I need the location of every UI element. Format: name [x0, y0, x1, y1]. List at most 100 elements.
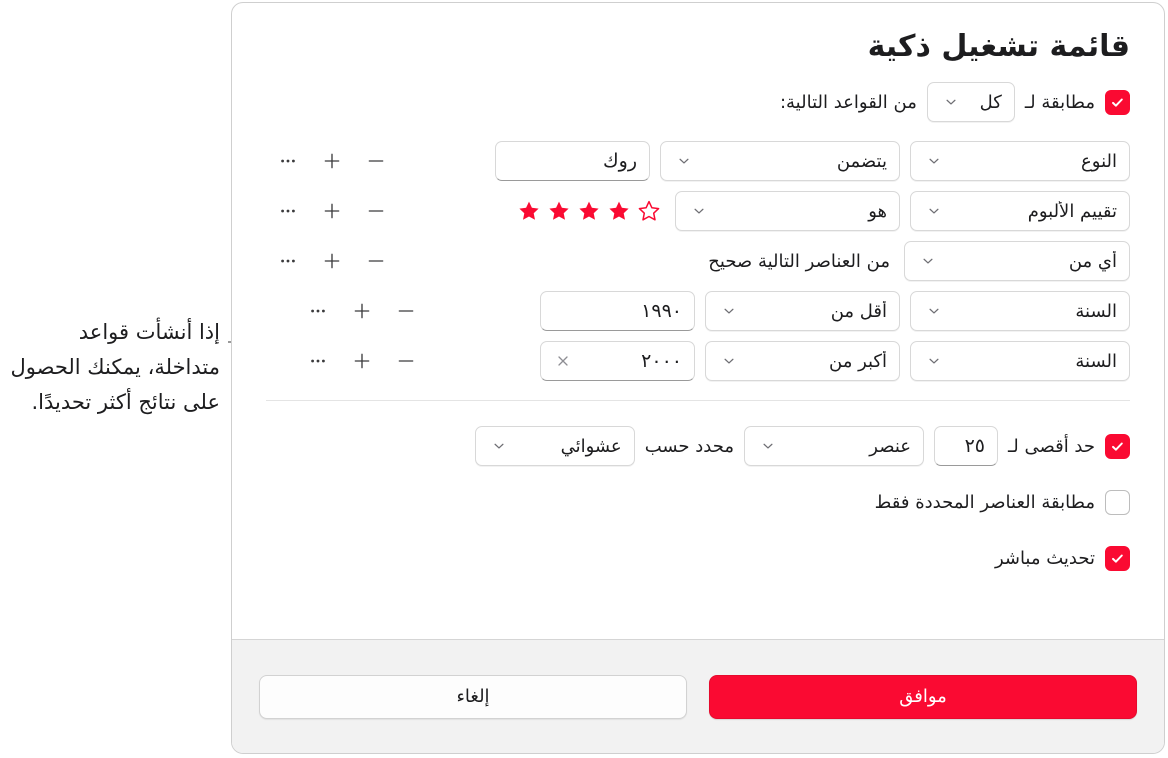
chevron-down-icon	[724, 308, 734, 314]
limit-checkbox[interactable]	[1105, 433, 1130, 459]
remove-rule-button[interactable]	[384, 294, 428, 328]
limit-row: حد أقصى لـ ٢٥ عنصر محدد حسب عشوائي	[266, 423, 1130, 469]
dialog-body: قائمة تشغيل ذكية مطابقة لـ كل من القواعد…	[232, 3, 1164, 639]
rule-row: تقييم الألبوم هو	[266, 186, 1130, 236]
rule-value-input[interactable]: ١٩٩٠	[540, 291, 695, 331]
match-scope-select[interactable]: كل	[926, 82, 1015, 122]
rule-group-value: أي من	[1068, 250, 1117, 272]
live-updating-row: تحديث مباشر	[266, 535, 1130, 581]
page-title: قائمة تشغيل ذكية	[867, 29, 1130, 64]
ok-button[interactable]: موافق	[709, 674, 1137, 719]
chevron-down-icon	[763, 443, 773, 449]
match-rules-label: مطابقة لـ	[1024, 91, 1095, 113]
rule-row-actions	[296, 344, 428, 378]
add-rule-button[interactable]	[340, 294, 384, 328]
rule-more-options-button[interactable]	[296, 294, 340, 328]
rule-row: النوع يتضمن روك	[266, 136, 1130, 186]
rule-row: السنة أقل من ١٩٩٠	[266, 286, 1130, 336]
chevron-down-icon	[929, 158, 939, 164]
rule-operator-value: يتضمن	[836, 150, 887, 172]
rule-value-text: ١٩٩٠	[641, 300, 682, 322]
rule-field-value: تقييم الألبوم	[1027, 200, 1117, 222]
rule-value-text: ٢٠٠٠	[641, 350, 682, 372]
match-rules-row: مطابقة لـ كل من القواعد التالية:	[266, 82, 1130, 122]
rule-operator-select[interactable]: هو	[675, 191, 900, 231]
rule-row: أي من من العناصر التالية صحيح	[266, 236, 1130, 286]
match-rules-suffix: من القواعد التالية:	[779, 91, 917, 113]
limit-count-input[interactable]: ٢٥	[934, 426, 998, 466]
rule-operator-value: هو	[868, 200, 887, 222]
rule-value-input[interactable]: ٢٠٠٠	[540, 341, 695, 381]
rule-field-select[interactable]: السنة	[910, 291, 1130, 331]
add-rule-button[interactable]	[310, 144, 354, 178]
rule-operator-value: أقل من	[830, 300, 887, 322]
rule-operator-select[interactable]: أكبر من	[705, 341, 900, 381]
rule-field-value: السنة	[1075, 350, 1117, 372]
section-divider	[266, 400, 1130, 401]
chevron-down-icon	[494, 443, 504, 449]
remove-rule-button[interactable]	[384, 344, 428, 378]
rule-field-select[interactable]: النوع	[910, 141, 1130, 181]
chevron-down-icon	[679, 158, 689, 164]
remove-rule-button[interactable]	[354, 194, 398, 228]
live-updating-checkbox[interactable]	[1105, 545, 1130, 571]
chevron-down-icon	[724, 358, 734, 364]
rule-more-options-button[interactable]	[296, 344, 340, 378]
remove-rule-button[interactable]	[354, 144, 398, 178]
chevron-down-icon	[929, 308, 939, 314]
match-selected-only-label: مطابقة العناصر المحددة فقط	[874, 491, 1095, 513]
rule-more-options-button[interactable]	[266, 244, 310, 278]
rule-value-input[interactable]: روك	[495, 141, 650, 181]
cancel-button[interactable]: إلغاء	[259, 674, 687, 719]
remove-rule-button[interactable]	[354, 244, 398, 278]
chevron-down-icon	[923, 258, 933, 264]
rule-row: السنة أكبر من ٢٠٠٠	[266, 336, 1130, 386]
clear-icon[interactable]	[555, 353, 571, 369]
chevron-down-icon	[694, 208, 704, 214]
limit-order-select[interactable]: عشوائي	[474, 426, 635, 466]
rule-operator-select[interactable]: يتضمن	[660, 141, 900, 181]
rules-list: النوع يتضمن روك تقييم الألبوم هو أي من م…	[266, 136, 1130, 386]
match-rules-checkbox[interactable]	[1105, 89, 1130, 115]
chevron-down-icon	[929, 208, 939, 214]
rule-value-text: روك	[602, 150, 637, 172]
limit-unit-value: عنصر	[869, 435, 911, 457]
add-rule-button[interactable]	[310, 244, 354, 278]
match-selected-only-row: مطابقة العناصر المحددة فقط	[266, 479, 1130, 525]
dialog-footer: موافق إلغاء	[232, 639, 1164, 753]
star-filled-icon[interactable]	[577, 199, 601, 223]
match-scope-value: كل	[979, 91, 1002, 113]
rating-stars[interactable]	[517, 199, 661, 223]
rule-more-options-button[interactable]	[266, 194, 310, 228]
smart-playlist-dialog: قائمة تشغيل ذكية مطابقة لـ كل من القواعد…	[231, 2, 1165, 754]
limit-label: حد أقصى لـ	[1008, 435, 1095, 457]
match-selected-only-checkbox[interactable]	[1105, 489, 1130, 515]
callout-text: إذا أنشأت قواعد متداخلة، يمكنك الحصول عل…	[10, 320, 221, 414]
rule-field-value: النوع	[1081, 150, 1117, 172]
chevron-down-icon	[929, 358, 939, 364]
add-rule-button[interactable]	[310, 194, 354, 228]
limit-order-value: عشوائي	[560, 435, 622, 457]
rule-operator-select[interactable]: أقل من	[705, 291, 900, 331]
star-filled-icon[interactable]	[547, 199, 571, 223]
rule-group-note: من العناصر التالية صحيح	[708, 250, 890, 272]
rule-row-actions	[266, 144, 398, 178]
selected-by-label: محدد حسب	[644, 435, 734, 457]
rule-field-select[interactable]: السنة	[910, 341, 1130, 381]
star-filled-icon[interactable]	[607, 199, 631, 223]
star-filled-icon[interactable]	[517, 199, 541, 223]
rule-group-select[interactable]: أي من	[904, 241, 1130, 281]
limit-count-value: ٢٥	[964, 435, 985, 457]
limit-unit-select[interactable]: عنصر	[744, 426, 924, 466]
rule-operator-value: أكبر من	[829, 350, 887, 372]
live-updating-label: تحديث مباشر	[994, 547, 1095, 569]
rule-row-actions	[266, 194, 398, 228]
add-rule-button[interactable]	[340, 344, 384, 378]
options-section: حد أقصى لـ ٢٥ عنصر محدد حسب عشوائي مطابق…	[266, 423, 1130, 581]
star-outline-icon[interactable]	[637, 199, 661, 223]
rule-row-actions	[266, 244, 398, 278]
chevron-down-icon	[946, 99, 956, 105]
rule-field-select[interactable]: تقييم الألبوم	[910, 191, 1130, 231]
rule-more-options-button[interactable]	[266, 144, 310, 178]
rule-field-value: السنة	[1075, 300, 1117, 322]
